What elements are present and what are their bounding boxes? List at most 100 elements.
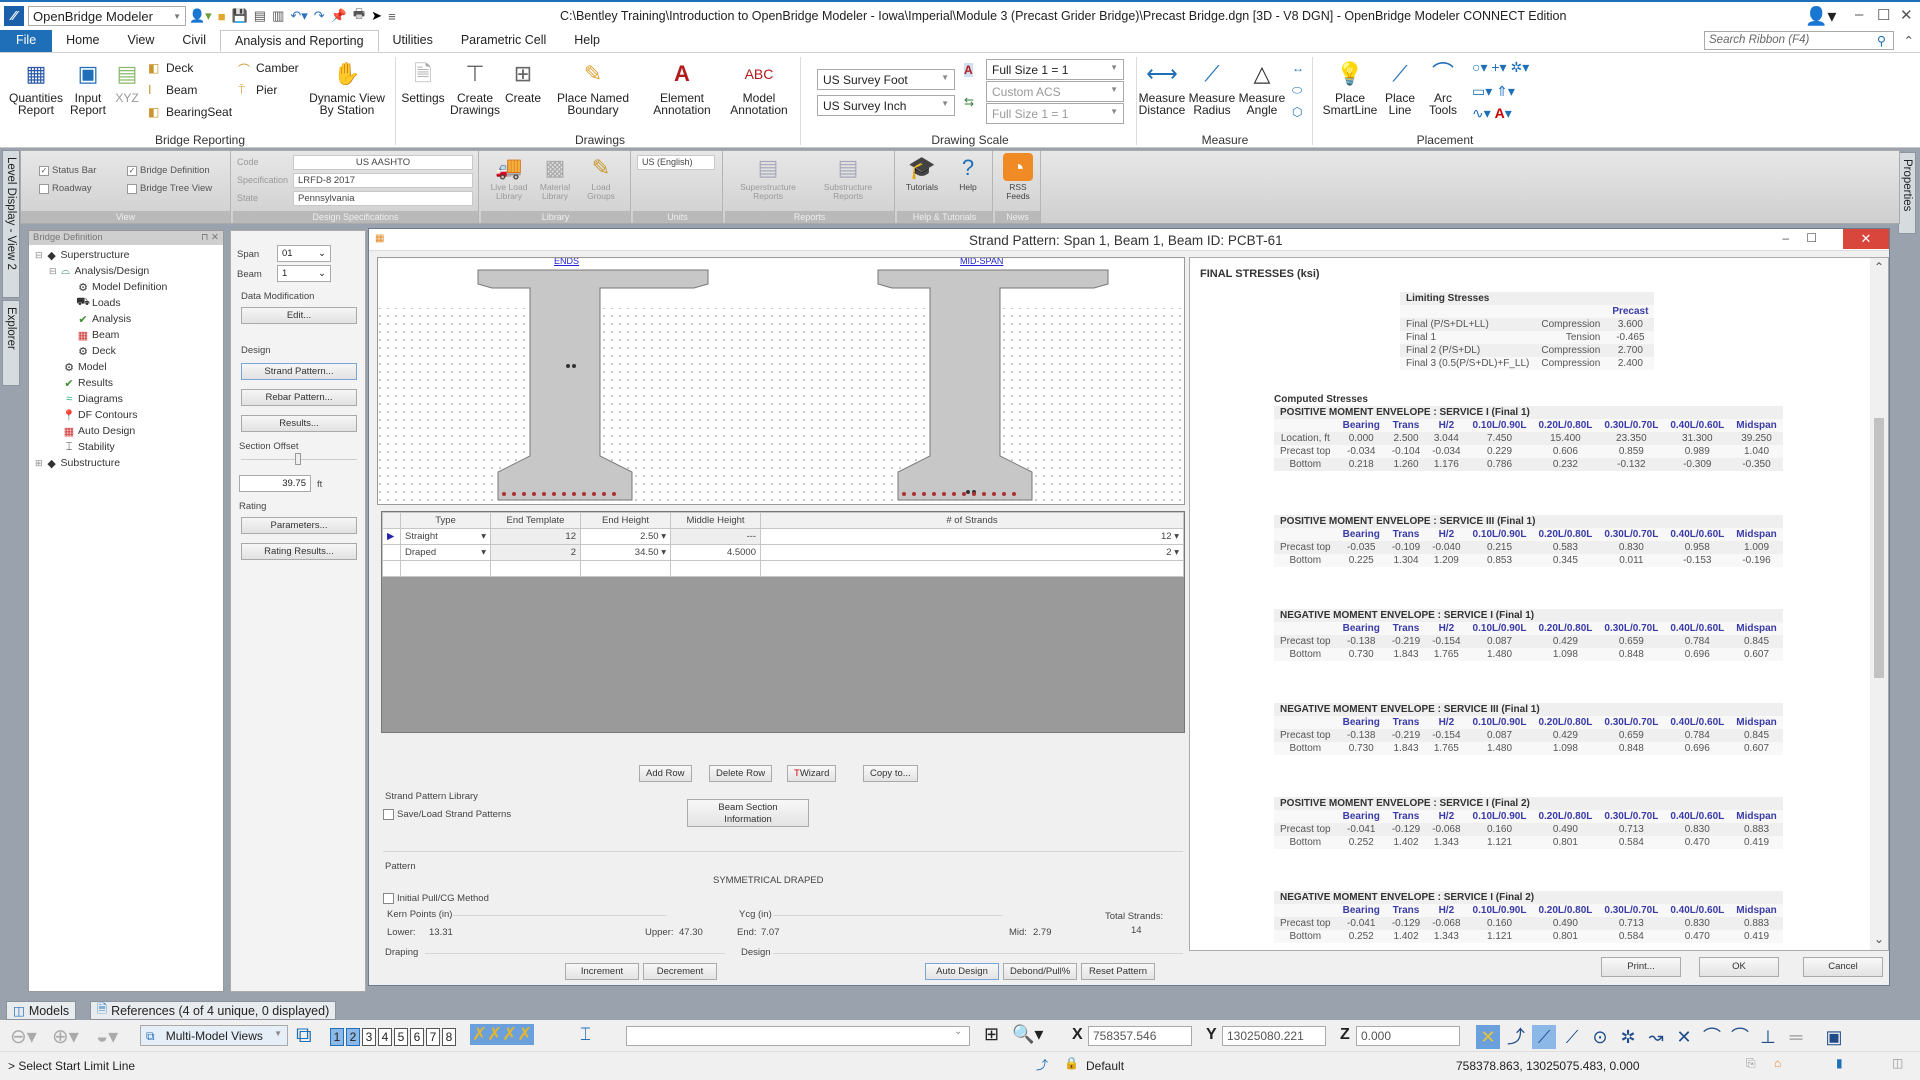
slider-thumb[interactable] bbox=[295, 453, 301, 465]
close-button[interactable]: ✕ bbox=[1900, 6, 1913, 24]
print-icon[interactable]: 🖶 bbox=[353, 5, 365, 27]
unit-inch-select[interactable]: US Survey Inch ▼ bbox=[817, 95, 955, 116]
dialog-minimize-button[interactable]: – bbox=[1782, 231, 1789, 245]
user-account-icon[interactable]: 👤▾ bbox=[1805, 6, 1836, 27]
tab-home[interactable]: Home bbox=[52, 30, 113, 52]
scroll-down-icon[interactable]: ⌄ bbox=[1870, 932, 1888, 946]
bridge-definition-checkbox[interactable]: ✓ Bridge Definition bbox=[127, 165, 210, 176]
collapse-ribbon-icon[interactable]: ⌃ bbox=[1904, 33, 1914, 48]
model-annotation-button[interactable]: ABC Model Annotation bbox=[722, 59, 796, 116]
tree-node-model-definition[interactable]: ⚙ Model Definition bbox=[77, 281, 167, 294]
models-tab[interactable]: ◫ Models bbox=[6, 1001, 77, 1020]
rating-results-button[interactable]: Rating Results... bbox=[241, 543, 357, 560]
snap-off-icon[interactable]: ✕ bbox=[1476, 1025, 1500, 1049]
lock-icon[interactable]: 🔒 bbox=[1064, 1056, 1079, 1070]
tree-node-results[interactable]: ✔ Results bbox=[63, 377, 113, 390]
results-button[interactable]: Results... bbox=[241, 415, 357, 432]
script-icon[interactable]: ⎘ bbox=[1746, 1056, 1756, 1071]
create-button[interactable]: ⊞ Create bbox=[502, 59, 544, 105]
input-report-button[interactable]: ▣ Input Report bbox=[66, 59, 110, 117]
x-coordinate-input[interactable]: 758357.546 bbox=[1088, 1026, 1192, 1046]
snap-mode-icon[interactable]: ▣ bbox=[1822, 1025, 1846, 1049]
beam-section-information-button[interactable]: Beam Section Information bbox=[687, 799, 809, 827]
annotation-scale-lock-icon[interactable]: A bbox=[964, 63, 973, 77]
arc-tools-button[interactable]: ⌒ Arc Tools bbox=[1420, 59, 1466, 117]
search-icon[interactable]: ⚲ bbox=[1877, 33, 1886, 48]
view-7-button[interactable]: 7 bbox=[426, 1028, 440, 1046]
code-select[interactable]: US AASHTO bbox=[293, 155, 473, 170]
increment-button[interactable]: Increment bbox=[565, 963, 639, 980]
measure-area-icon[interactable]: ⬭ bbox=[1292, 83, 1302, 98]
collapse-icon[interactable]: ⊟ bbox=[35, 250, 43, 261]
chevron-down-icon[interactable]: ⌄ bbox=[954, 1026, 962, 1037]
end-height-select[interactable]: 2.50 ▾ bbox=[580, 528, 671, 545]
workspace-select[interactable]: OpenBridge Modeler ▼ bbox=[28, 6, 186, 26]
snap-midpoint-icon[interactable]: ⟋ bbox=[1560, 1025, 1584, 1049]
view-8-button[interactable]: 8 bbox=[442, 1028, 456, 1046]
initial-pull-cg-checkbox[interactable]: Initial Pull/CG Method bbox=[383, 893, 489, 904]
save-icon[interactable]: 💾 bbox=[232, 8, 248, 24]
acs-icon[interactable]: ⇆ bbox=[964, 95, 974, 109]
maximize-button[interactable]: ☐ bbox=[1877, 6, 1890, 24]
properties-tab[interactable]: Properties bbox=[1898, 152, 1916, 234]
locate-icon[interactable]: 🔍▾ bbox=[1012, 1024, 1043, 1045]
tree-node-auto-design[interactable]: ▦ Auto Design bbox=[63, 425, 135, 438]
dialog-maximize-button[interactable]: ☐ bbox=[1806, 231, 1817, 245]
tab-parametric-cell[interactable]: Parametric Cell bbox=[447, 30, 560, 52]
accudraw-icon[interactable]: ⊞ bbox=[984, 1024, 999, 1045]
view-2-button[interactable]: 2 bbox=[346, 1028, 360, 1046]
add-row-button[interactable]: Add Row bbox=[639, 765, 692, 782]
scale-select[interactable]: Full Size 1 = 1 ▼ bbox=[986, 59, 1124, 80]
snap-tangent-point-icon[interactable]: ⌒ bbox=[1728, 1025, 1752, 1049]
live-load-library-button[interactable]: 🚚 Live Load Library bbox=[487, 153, 531, 201]
reset-pattern-button[interactable]: Reset Pattern bbox=[1081, 963, 1155, 980]
strand-pattern-button[interactable]: Strand Pattern... bbox=[241, 363, 357, 380]
collapse-icon[interactable]: ⊟ bbox=[49, 266, 57, 277]
forward-icon[interactable]: ⊕▾ bbox=[52, 1024, 79, 1049]
minimize-button[interactable]: – bbox=[1855, 6, 1863, 23]
quantities-report-button[interactable]: ▦ Quantities Report bbox=[8, 59, 64, 117]
span-select[interactable]: 01 ⌄ bbox=[277, 245, 331, 262]
status-bar-checkbox[interactable]: ✓ Status Bar bbox=[39, 165, 96, 176]
wizard-button[interactable]: TWizard bbox=[787, 765, 837, 782]
tab-help[interactable]: Help bbox=[560, 30, 614, 52]
tree-node-stability[interactable]: ⌶ Stability bbox=[63, 441, 115, 454]
snap-parallel-icon[interactable]: ═ bbox=[1784, 1025, 1808, 1049]
snap-tangent-icon[interactable]: ⌒ bbox=[1700, 1025, 1724, 1049]
dynamic-view-by-station-button[interactable]: ✋ Dynamic View By Station bbox=[302, 59, 392, 117]
tab-view[interactable]: View bbox=[114, 30, 169, 52]
print-button[interactable]: Print... bbox=[1601, 957, 1681, 977]
type-select[interactable]: Straight ▾ bbox=[400, 528, 491, 545]
snap-bisector-icon[interactable]: ↝ bbox=[1644, 1025, 1668, 1049]
level-display-tab[interactable]: Level Display - View 2 bbox=[2, 150, 20, 298]
measure-distance-button[interactable]: ⟷ Measure Distance bbox=[1138, 59, 1186, 117]
rectangle-icon[interactable]: ▭▾ ⇑▾ bbox=[1472, 83, 1515, 100]
tab-file[interactable]: File bbox=[0, 30, 53, 52]
view-4-button[interactable]: 4 bbox=[378, 1028, 392, 1046]
back-icon[interactable]: ⊖▾ bbox=[10, 1024, 37, 1049]
user-workspace-icon[interactable]: 👤▾ bbox=[189, 8, 212, 24]
tree-node-superstructure[interactable]: ⊟ ◆ Superstructure bbox=[35, 249, 129, 262]
tree-node-deck[interactable]: ⚙ Deck bbox=[77, 345, 116, 358]
scroll-thumb[interactable] bbox=[1874, 418, 1884, 678]
tree-node-substructure[interactable]: ⊞ ◆ Substructure bbox=[35, 457, 120, 470]
tree-node-analysis[interactable]: ✔ Analysis bbox=[77, 313, 131, 326]
save-settings-icon[interactable]: ▤ bbox=[254, 8, 266, 24]
command-input[interactable] bbox=[626, 1026, 970, 1046]
home-icon[interactable]: ⌂ bbox=[1774, 1056, 1781, 1070]
measure-radius-button[interactable]: ⟋ Measure Radius bbox=[1188, 59, 1236, 117]
tree-node-model[interactable]: ⚙ Model bbox=[63, 361, 107, 374]
auto-design-button[interactable]: Auto Design bbox=[925, 963, 999, 980]
acs-select[interactable]: Custom ACS ▼ bbox=[986, 81, 1124, 102]
delete-row-button[interactable]: Delete Row bbox=[709, 765, 773, 782]
measure-length-icon[interactable]: ↔ bbox=[1292, 61, 1304, 75]
rating-parameters-button[interactable]: Parameters... bbox=[241, 517, 357, 534]
scroll-up-icon[interactable]: ⌃ bbox=[1870, 260, 1888, 274]
compress-icon[interactable]: ▥ bbox=[272, 8, 284, 24]
table-row-empty[interactable] bbox=[382, 560, 1184, 577]
pin-icon[interactable]: 📌 bbox=[331, 8, 347, 24]
unit-foot-select[interactable]: US Survey Foot ▼ bbox=[817, 69, 955, 90]
bridge-tree-view-checkbox[interactable]: Bridge Tree View bbox=[127, 183, 212, 194]
material-library-button[interactable]: ▩ Material Library bbox=[533, 153, 577, 201]
scale2-select[interactable]: Full Size 1 = 1 ▼ bbox=[986, 103, 1124, 124]
